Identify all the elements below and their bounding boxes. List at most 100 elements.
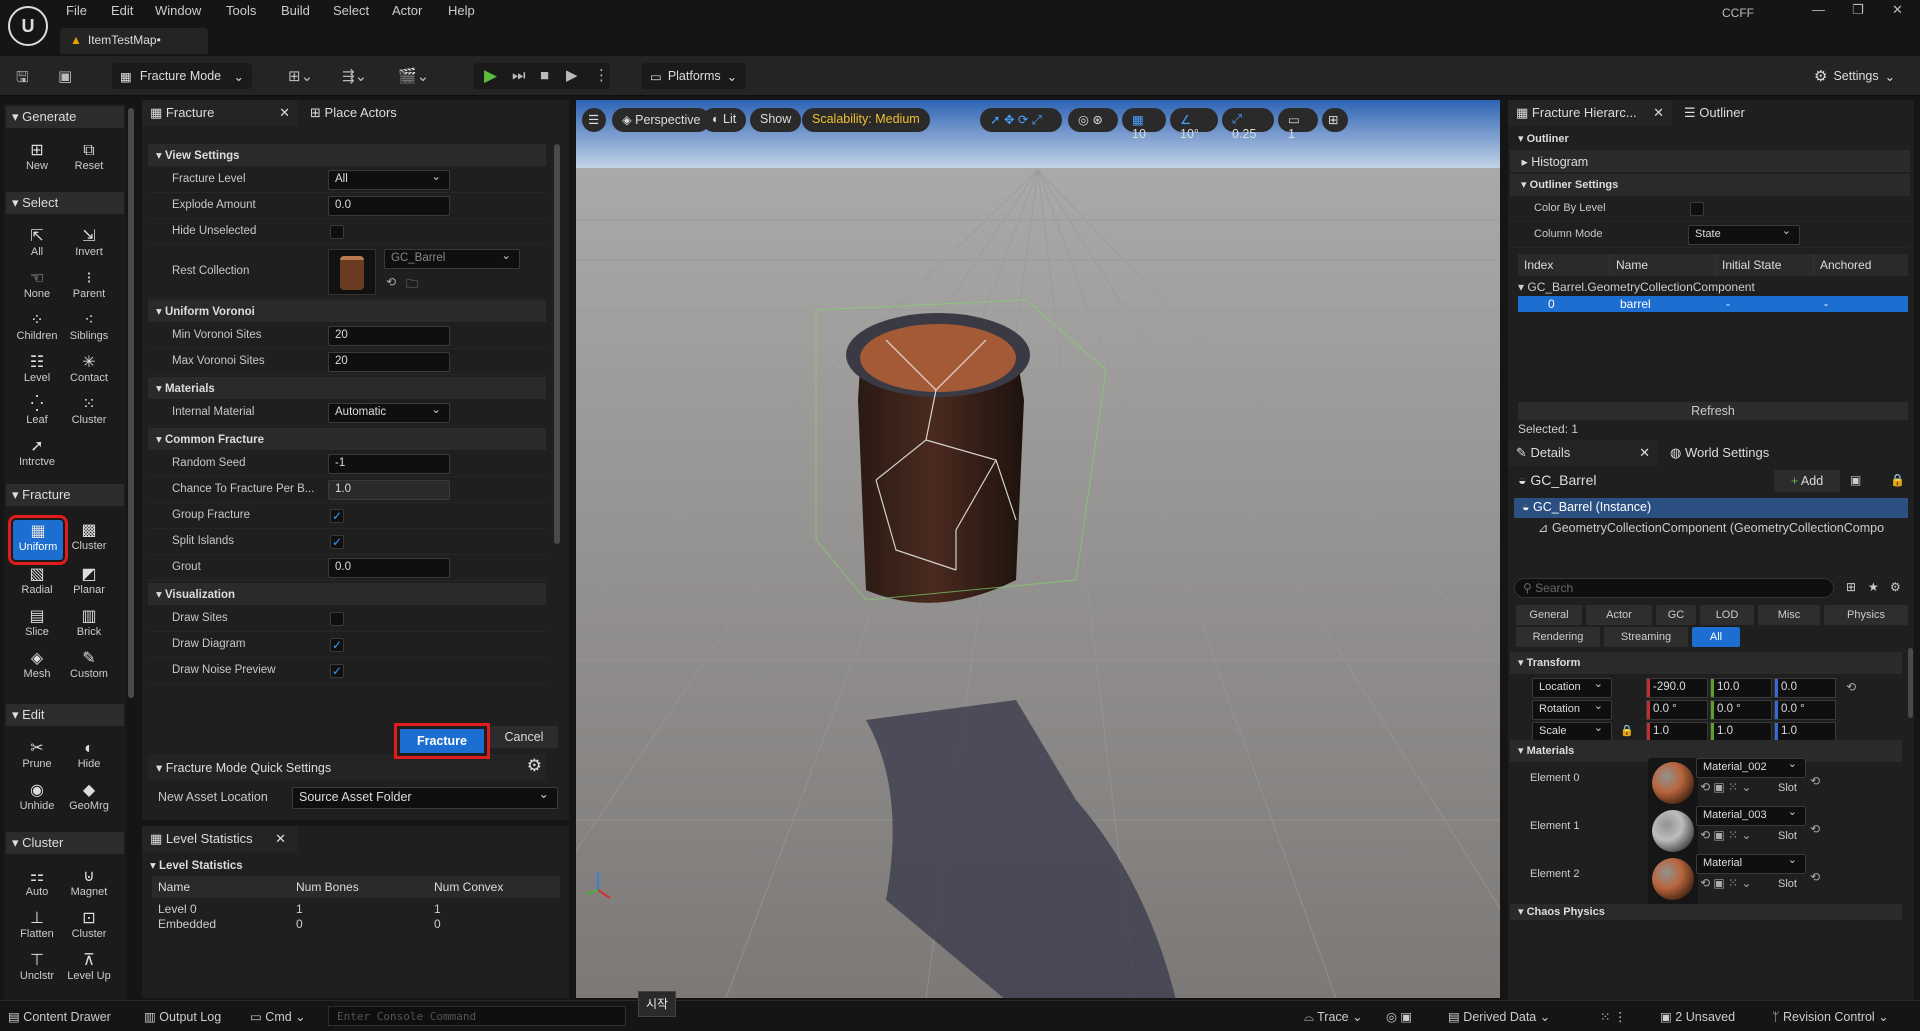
blueprint-icon[interactable]: ▣ [1850, 473, 1861, 487]
lock-icon[interactable]: 🔒 [1890, 473, 1905, 487]
location-dropdown[interactable]: Location [1532, 677, 1612, 698]
tool-hide[interactable]: ◐ Hide [64, 740, 114, 770]
unsaved-button[interactable]: ▣ 2 Unsaved [1660, 1009, 1735, 1024]
tool-auto[interactable]: ⚏ Auto [12, 868, 62, 898]
layout-button[interactable]: ⊞ [1322, 108, 1348, 132]
reset-arrow-icon[interactable]: ⟲ [1810, 774, 1820, 788]
trace-dropdown[interactable]: ⌓ Trace ⌄ [1304, 1009, 1363, 1025]
scale-z[interactable]: 1.0 [1774, 722, 1836, 742]
material-dropdown[interactable]: Material_002 [1696, 757, 1806, 778]
step-icon[interactable]: ⏭ [512, 67, 526, 84]
tool-new[interactable]: ⊞ New [12, 142, 62, 172]
filter-all[interactable]: All [1692, 627, 1740, 647]
reset-arrow-icon[interactable]: ⟲ [1846, 680, 1856, 694]
tool-unhide[interactable]: ◉ Unhide [12, 782, 62, 812]
material-dropdown[interactable]: Material [1696, 853, 1806, 874]
reset-arrow-icon[interactable]: ⟲ [1810, 870, 1820, 884]
menu-file[interactable]: File [66, 3, 87, 18]
star-icon[interactable]: ★ [1868, 580, 1879, 594]
platforms-dropdown[interactable]: ▭ Platforms ⌄ [642, 63, 746, 89]
internal-material-dropdown[interactable]: Automatic [328, 402, 450, 423]
location-z[interactable]: 0.0 [1774, 678, 1836, 698]
section-chaos-physics[interactable]: ▾ Chaos Physics [1510, 904, 1902, 920]
section-histogram[interactable]: ▸ Histogram [1510, 150, 1910, 172]
new-asset-location-dropdown[interactable]: Source Asset Folder [292, 786, 558, 809]
derived-data-button[interactable]: ▤ Derived Data ⌄ [1448, 1009, 1550, 1024]
menu-tools[interactable]: Tools [226, 3, 256, 18]
category-select[interactable]: ▾ Select [6, 192, 124, 214]
filter-streaming[interactable]: Streaming [1604, 627, 1688, 647]
section-transform[interactable]: ▾ Transform [1510, 652, 1902, 674]
restore-icon[interactable]: ❐ [1852, 2, 1864, 18]
close-icon[interactable]: ✕ [1639, 445, 1650, 461]
tool-uncluster[interactable]: ⊤ Unclstr [12, 952, 62, 992]
tab-fracture[interactable]: ▦ Fracture ✕ [142, 100, 298, 126]
camera-speed[interactable]: ▭ 1 [1278, 108, 1318, 141]
section-uniform-voronoi[interactable]: ▾ Uniform Voronoi [148, 300, 546, 322]
tool-cluster-fracture[interactable]: ▩ Cluster [64, 522, 114, 552]
material-thumbnail[interactable] [1648, 854, 1698, 904]
hide-unselected-checkbox[interactable] [330, 225, 344, 239]
reset-arrow-icon[interactable]: ⟲ ▣ ⁙ ⌄ [1700, 828, 1752, 842]
close-icon[interactable]: ✕ [279, 105, 290, 121]
record-icon[interactable]: ◎ ▣ [1386, 1009, 1412, 1024]
revision-control-button[interactable]: ᛘ Revision Control ⌄ [1772, 1009, 1889, 1024]
tool-none[interactable]: ☜ None [12, 270, 62, 300]
tool-radial[interactable]: ▧ Radial [12, 566, 62, 596]
filter-rendering[interactable]: Rendering [1516, 627, 1600, 647]
filter-actor[interactable]: Actor [1586, 605, 1652, 625]
play-icon[interactable]: ▶ [484, 66, 497, 86]
tool-reset[interactable]: ⧉ Reset [64, 142, 114, 172]
section-materials[interactable]: ▾ Materials [148, 377, 546, 399]
palette-scrollbar[interactable] [128, 108, 134, 698]
section-common-fracture[interactable]: ▾ Common Fracture [148, 428, 546, 450]
rotation-dropdown[interactable]: Rotation [1532, 699, 1612, 720]
surface-snap[interactable]: ◎ ⊛ [1068, 108, 1118, 132]
component-geometry[interactable]: ⊿ GeometryCollectionComponent (GeometryC… [1538, 520, 1908, 538]
viewport-menu-button[interactable]: ☰ [582, 108, 606, 132]
section-view-settings[interactable]: ▾ View Settings [148, 144, 546, 166]
panel-scrollbar[interactable] [554, 144, 560, 544]
cinematics-icon[interactable]: 🎬⌄ [398, 67, 429, 85]
level-tab[interactable]: ▲ ItemTestMap• [60, 28, 208, 54]
rotation-y[interactable]: 0.0 ° [1710, 700, 1772, 720]
tab-place-actors[interactable]: ⊞ Place Actors [302, 100, 405, 126]
color-by-level-checkbox[interactable] [1690, 202, 1704, 216]
tab-outliner[interactable]: ☰ Outliner [1676, 100, 1753, 126]
reset-arrow-icon[interactable]: ⟲ ▣ ⁙ ⌄ [1700, 876, 1752, 890]
details-scrollbar[interactable] [1908, 648, 1913, 718]
close-icon[interactable]: ✕ [1653, 105, 1664, 121]
tool-parent[interactable]: ⁝ Parent [64, 270, 114, 300]
scale-x[interactable]: 1.0 [1646, 722, 1708, 742]
material-thumbnail[interactable] [1648, 806, 1698, 856]
content-drawer-button[interactable]: ▤ Content Drawer [8, 1009, 111, 1024]
tab-fracture-hierarchy[interactable]: ▦ Fracture Hierarc... ✕ [1508, 100, 1672, 126]
scale-snap[interactable]: ⤢ 0.25 [1222, 108, 1274, 141]
fracture-level-dropdown[interactable]: All [328, 169, 450, 190]
menu-build[interactable]: Build [281, 3, 310, 18]
grid-view-icon[interactable]: ⊞ [1846, 580, 1856, 594]
tab-details[interactable]: ✎ Details ✕ [1508, 440, 1658, 466]
location-y[interactable]: 10.0 [1710, 678, 1772, 698]
tree-component[interactable]: ▾ GC_Barrel.GeometryCollectionComponent [1518, 280, 1755, 294]
rotation-z[interactable]: 0.0 ° [1774, 700, 1836, 720]
tool-uniform[interactable]: ▦ Uniform [8, 515, 68, 565]
menu-select[interactable]: Select [333, 3, 369, 18]
draw-sites-checkbox[interactable] [330, 612, 344, 626]
menu-edit[interactable]: Edit [111, 3, 133, 18]
grout-input[interactable]: 0.0 [328, 558, 450, 578]
close-icon[interactable]: ✕ [1892, 2, 1903, 18]
settings-dropdown[interactable]: ⚙ Settings ⌄ [1806, 63, 1910, 89]
more-icon[interactable]: ⋮ [594, 66, 609, 84]
tab-level-statistics[interactable]: ▦ Level Statistics ✕ [142, 826, 298, 852]
stop-icon[interactable]: ■ [540, 67, 549, 84]
scale-y[interactable]: 1.0 [1710, 722, 1772, 742]
min-sites-input[interactable]: 20 [328, 326, 450, 346]
browse-folder-icon[interactable]: 🗀 [406, 275, 418, 296]
tool-mesh[interactable]: ◈ Mesh [12, 650, 62, 680]
tab-world-settings[interactable]: ◍ World Settings [1662, 440, 1777, 466]
rest-collection-dropdown[interactable]: GC_Barrel [384, 248, 520, 269]
tool-cluster-op[interactable]: ⊡ Cluster [64, 910, 114, 940]
gear-icon[interactable]: ⚙ [527, 756, 542, 776]
show-button[interactable]: Show [750, 108, 802, 132]
